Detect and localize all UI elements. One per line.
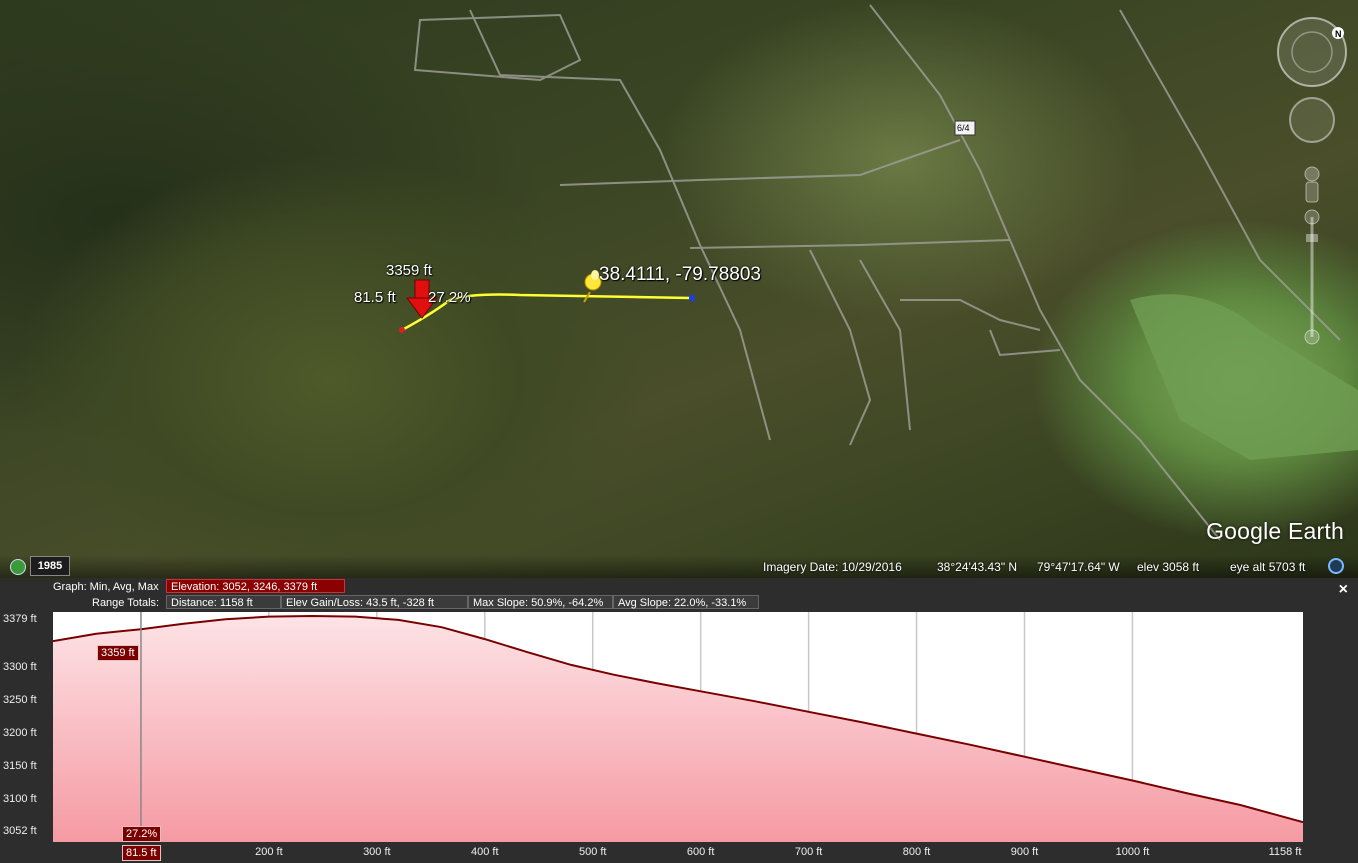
placemark-label[interactable]: 38.4111, -79.78803	[599, 264, 761, 286]
chart-area-layer	[53, 614, 1303, 842]
x-axis-end-label: 1158 ft	[1268, 846, 1302, 858]
y-tick-label: 3300 ft	[3, 661, 37, 674]
elevation-readout: elev 3058 ft	[1137, 560, 1200, 574]
y-tick-label: 3100 ft	[3, 793, 37, 806]
x-tick-label: 200 ft	[255, 846, 283, 858]
google-earth-logo: Google Earth	[1206, 518, 1344, 544]
cursor-slope-tag: 27.2%	[121, 826, 162, 842]
tour-guide-icon[interactable]	[1328, 558, 1344, 574]
x-tick-label: 900 ft	[1010, 846, 1039, 858]
marker-elevation-label: 3359 ft	[386, 262, 432, 279]
graph-label: Graph: Min, Avg, Max	[53, 581, 159, 593]
marker-slope-label: 27.2%	[428, 289, 471, 306]
x-tick-label: 800 ft	[902, 846, 931, 858]
elevation-area	[53, 616, 1303, 842]
elevation-profile-panel: Graph: Min, Avg, Max Elevation: 3052, 32…	[0, 578, 1358, 863]
longitude-readout: 79°47'17.64" W	[1037, 560, 1120, 574]
y-tick-label: 3379 ft	[3, 613, 37, 625]
x-tick-label: 700 ft	[794, 846, 823, 858]
map-overlay	[399, 4, 1358, 541]
path-start-point[interactable]	[399, 327, 405, 333]
x-tick-label: 1000 ft	[1115, 846, 1150, 858]
navigation-controls: N	[1268, 12, 1348, 357]
x-tick-label: 500 ft	[578, 846, 607, 858]
range-totals-row: Range Totals: Distance: 1158 ft Elev Gai…	[0, 594, 1358, 611]
historical-imagery-clock-icon[interactable]	[10, 559, 26, 575]
path-end-point[interactable]	[689, 295, 695, 301]
latitude-readout: 38°24'43.43" N	[937, 560, 1018, 574]
svg-text:N: N	[1335, 29, 1342, 39]
elevation-chart-svg[interactable]	[53, 612, 1303, 842]
zoom-slider[interactable]	[1304, 209, 1320, 345]
y-tick-label: 3200 ft	[3, 727, 37, 740]
distance-box: Distance: 1158 ft	[166, 595, 281, 609]
roads	[413, 4, 1341, 541]
map-view[interactable]: 3359 ft 81.5 ft 27.2% 38.4111, -79.78803…	[0, 0, 1358, 578]
max-slope-box: Max Slope: 50.9%, -64.2%	[468, 595, 613, 609]
elev-gain-loss-box: Elev Gain/Loss: 43.5 ft, -328 ft	[281, 595, 468, 609]
imagery-date: Imagery Date: 10/29/2016	[763, 560, 902, 574]
close-profile-button[interactable]: ×	[1339, 581, 1348, 599]
cursor-elevation-tag: 3359 ft	[96, 645, 139, 662]
elevation-stats-box: Elevation: 3052, 3246, 3379 ft	[166, 579, 345, 593]
status-bar: Imagery Date: 10/29/2016 38°24'43.43" N …	[0, 555, 1358, 578]
x-tick-label: 600 ft	[686, 846, 715, 858]
compass-icon[interactable]: N	[1277, 17, 1347, 87]
marker-distance-label: 81.5 ft	[354, 289, 396, 306]
y-tick-label: 3150 ft	[3, 760, 37, 773]
x-tick-label: 400 ft	[471, 846, 499, 858]
y-tick-label: 3250 ft	[3, 694, 37, 707]
street-view-pegman-icon[interactable]	[1304, 166, 1320, 203]
y-tick-label: 3052 ft	[3, 825, 37, 838]
road-sign-label: 6/4	[957, 123, 970, 133]
elevation-chart[interactable]	[53, 612, 1303, 842]
look-joystick-icon[interactable]	[1289, 97, 1335, 143]
range-totals-label: Range Totals:	[92, 597, 160, 609]
avg-slope-box: Avg Slope: 22.0%, -33.1%	[613, 595, 759, 609]
graph-stats-row: Graph: Min, Avg, Max Elevation: 3052, 32…	[0, 578, 1358, 595]
cursor-distance-tag: 81.5 ft	[121, 845, 161, 861]
year-badge[interactable]: 1985	[30, 556, 70, 576]
nav-control-widget: N	[1277, 17, 1347, 345]
x-tick-label: 300 ft	[363, 846, 391, 858]
eye-altitude-readout: eye alt 5703 ft	[1230, 560, 1306, 574]
